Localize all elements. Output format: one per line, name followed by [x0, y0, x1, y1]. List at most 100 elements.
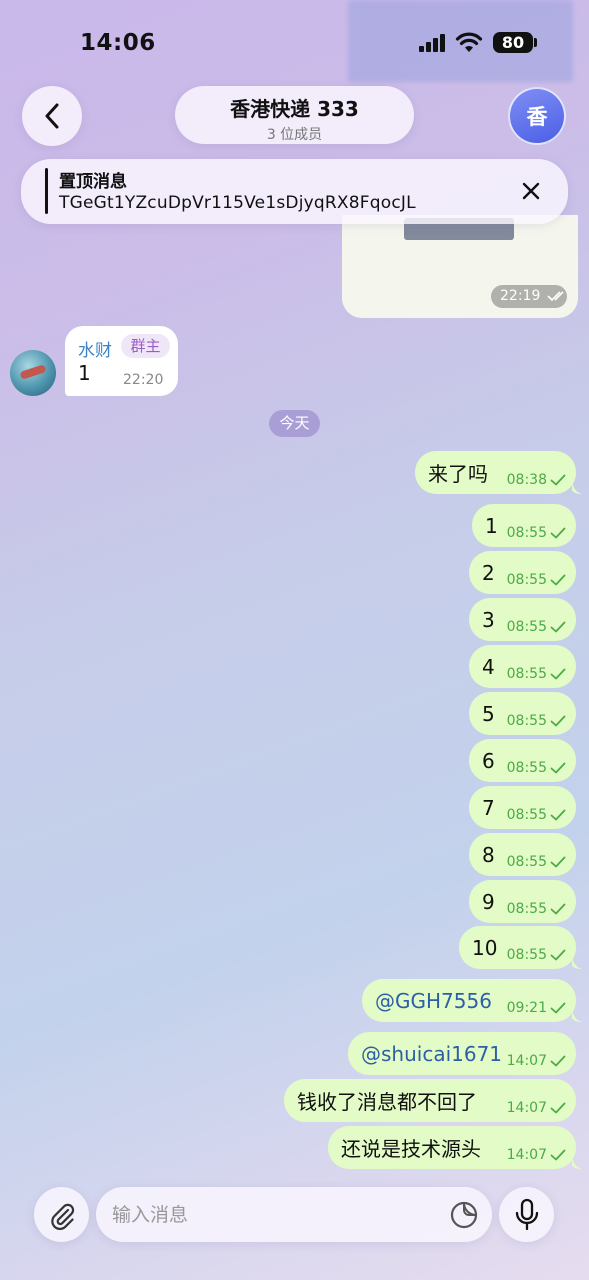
outgoing-message-text: 1	[485, 513, 498, 538]
message-time: 08:55	[506, 572, 547, 588]
message-time: 14:07	[506, 1053, 547, 1069]
message-composer	[96, 1187, 492, 1242]
outgoing-message-text: 8	[482, 842, 495, 867]
sender-name[interactable]: 水财	[78, 336, 112, 361]
wifi-icon	[455, 32, 483, 52]
outgoing-message-bubble[interactable]: 1 08:55	[472, 504, 576, 547]
message-time: 08:55	[506, 619, 547, 635]
outgoing-message-bubble[interactable]: @GGH7556 09:21	[362, 979, 576, 1022]
check-icon	[550, 762, 566, 774]
battery-cap-icon	[534, 38, 537, 47]
owner-badge: 群主	[121, 334, 170, 358]
cellular-signal-icon	[419, 34, 447, 52]
bubble-tail	[572, 1010, 582, 1022]
incoming-message-time: 22:20	[123, 372, 164, 388]
bubble-tail	[572, 957, 582, 969]
check-icon	[550, 1149, 566, 1161]
message-meta: 14:07	[507, 1100, 566, 1116]
message-time: 08:38	[506, 472, 547, 488]
outgoing-message-bubble[interactable]: 钱收了消息都不回了 14:07	[284, 1079, 576, 1122]
attach-button[interactable]	[34, 1187, 89, 1242]
outgoing-message-bubble[interactable]: 7 08:55	[469, 786, 576, 829]
check-icon	[550, 527, 566, 539]
back-button[interactable]	[22, 86, 82, 146]
bubble-tail	[572, 1157, 582, 1169]
outgoing-message-text: 6	[482, 748, 495, 773]
check-icon	[550, 903, 566, 915]
message-time: 08:55	[506, 901, 547, 917]
outgoing-message-text: 钱收了消息都不回了	[297, 1090, 477, 1114]
outgoing-message-bubble[interactable]: 9 08:55	[469, 880, 576, 923]
outgoing-message-bubble[interactable]: 8 08:55	[469, 833, 576, 876]
earlier-message-time: 22:19	[491, 285, 567, 308]
outgoing-message-bubble[interactable]: 来了吗 08:38	[415, 451, 576, 494]
microphone-icon	[515, 1198, 538, 1230]
sticker-icon[interactable]	[449, 1200, 479, 1230]
check-icon	[550, 1055, 566, 1067]
chat-title-pill[interactable]: 香港快递 333 3 位成员	[175, 86, 414, 144]
sender-avatar[interactable]	[10, 350, 56, 396]
status-time: 14:06	[80, 30, 156, 56]
message-input[interactable]	[112, 1187, 442, 1242]
message-meta: 08:55	[507, 807, 566, 823]
message-time: 08:55	[506, 807, 547, 823]
message-time: 08:55	[506, 760, 547, 776]
message-meta: 08:55	[507, 666, 566, 682]
outgoing-message-bubble[interactable]: 10 08:55	[459, 926, 576, 969]
outgoing-message-bubble[interactable]: 还说是技术源头 14:07	[328, 1126, 576, 1169]
pinned-label: 置顶消息	[59, 172, 127, 192]
outgoing-message-bubble[interactable]: @shuicai1671 14:07	[348, 1032, 576, 1075]
outgoing-message-bubble[interactable]: 3 08:55	[469, 598, 576, 641]
message-meta: 14:07	[507, 1147, 566, 1163]
check-icon	[550, 668, 566, 680]
outgoing-message-text: 3	[482, 607, 495, 632]
outgoing-message-bubble[interactable]: 5 08:55	[469, 692, 576, 735]
message-time: 08:55	[506, 713, 547, 729]
chat-title: 香港快递 333	[230, 97, 359, 121]
message-meta: 08:55	[507, 713, 566, 729]
date-divider: 今天	[269, 410, 320, 437]
close-icon[interactable]	[517, 177, 545, 205]
check-icon	[550, 474, 566, 486]
group-avatar[interactable]: 香	[508, 87, 566, 145]
outgoing-message-text[interactable]: @shuicai1671	[361, 1042, 502, 1066]
message-meta: 08:55	[507, 525, 566, 541]
check-icon	[550, 949, 566, 961]
check-icon	[550, 1102, 566, 1114]
message-meta: 08:55	[507, 619, 566, 635]
message-meta: 14:07	[507, 1053, 566, 1069]
message-time: 09:21	[506, 1000, 547, 1016]
message-meta: 08:38	[507, 472, 566, 488]
outgoing-message-bubble[interactable]: 4 08:55	[469, 645, 576, 688]
check-icon	[550, 809, 566, 821]
check-icon	[550, 621, 566, 633]
incoming-message-text: 1	[78, 361, 91, 385]
check-icon	[550, 856, 566, 868]
message-time: 08:55	[506, 947, 547, 963]
message-meta: 08:55	[507, 760, 566, 776]
check-icon	[550, 574, 566, 586]
message-time: 08:55	[506, 854, 547, 870]
message-meta: 09:21	[507, 1000, 566, 1016]
outgoing-message-text: 还说是技术源头	[341, 1137, 481, 1161]
outgoing-message-bubble[interactable]: 2 08:55	[469, 551, 576, 594]
outgoing-message-text: 2	[482, 560, 495, 585]
outgoing-message-text: 来了吗	[428, 462, 488, 486]
double-check-icon	[547, 291, 564, 302]
message-meta: 08:55	[507, 901, 566, 917]
outgoing-message-text: 4	[482, 654, 495, 679]
outgoing-message-text: 10	[472, 935, 498, 960]
voice-record-button[interactable]	[499, 1187, 554, 1242]
check-icon	[550, 715, 566, 727]
outgoing-message-text[interactable]: @GGH7556	[375, 989, 492, 1013]
message-time: 14:07	[506, 1100, 547, 1116]
outgoing-message-text: 5	[482, 701, 495, 726]
outgoing-message-bubble[interactable]: 6 08:55	[469, 739, 576, 782]
message-time: 08:55	[506, 666, 547, 682]
check-icon	[550, 1002, 566, 1014]
paperclip-icon	[50, 1203, 74, 1230]
message-time: 08:55	[506, 525, 547, 541]
pinned-text: TGeGt1YZcuDpVr115Ve1sDjyqRX8FqocJL	[59, 193, 416, 213]
message-time: 14:07	[506, 1147, 547, 1163]
chevron-left-icon	[45, 103, 59, 129]
